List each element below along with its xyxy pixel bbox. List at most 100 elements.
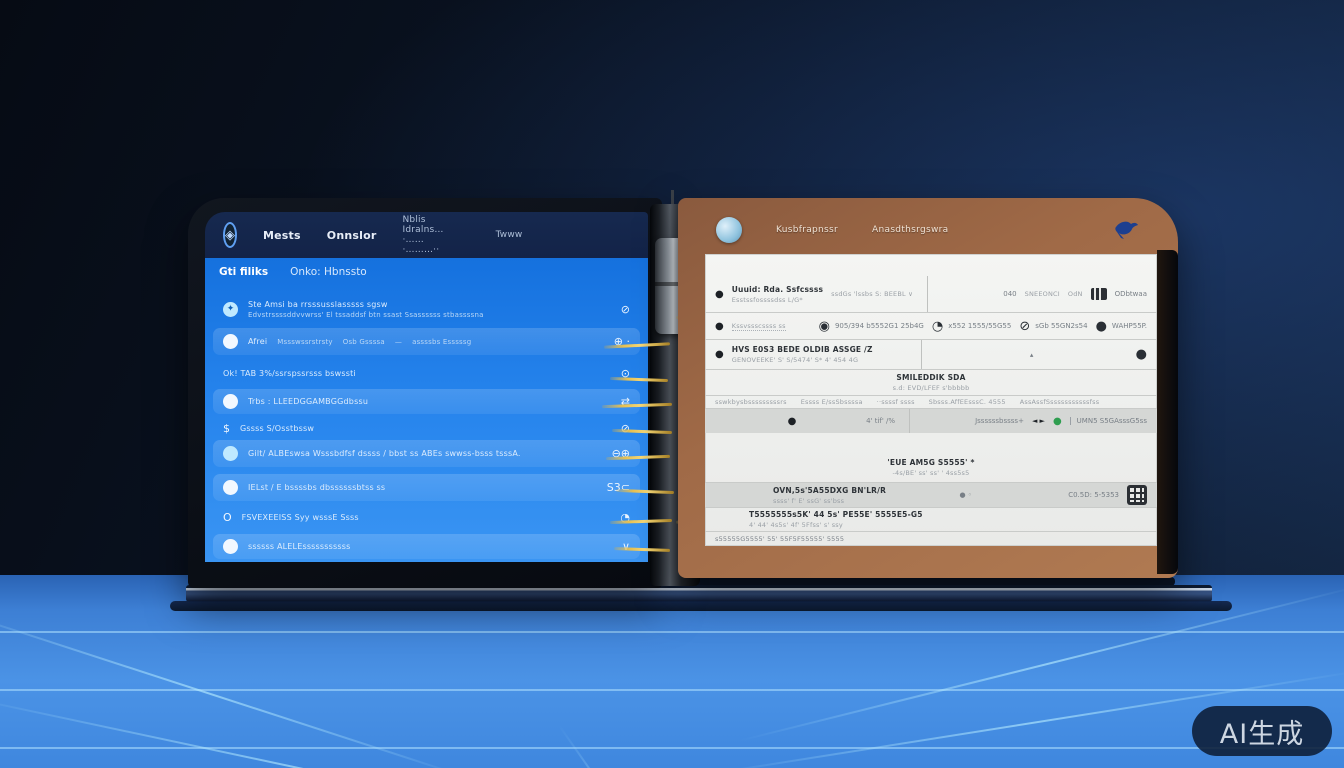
list-item[interactable]: ✦ Ste Amsi ba rrsssusslasssss sgsw Edvst… — [213, 292, 640, 326]
bullet-icon — [223, 539, 238, 554]
cell-title: SMILEDDIK SDA — [896, 373, 965, 382]
qr-code-icon[interactable] — [1127, 485, 1147, 505]
cloud-icon: ✦ — [223, 302, 238, 317]
list-item-seg: Mssswssrstrsty — [277, 338, 332, 346]
list-item[interactable]: Afrei Mssswssrstrsty Osb Gssssa — assssb… — [213, 328, 640, 355]
table-row[interactable]: OVN,5s'5A55DXG BN'LR/R ssss' f' E' ssG' … — [705, 482, 1157, 507]
cell-stat: 040 — [1003, 290, 1016, 298]
table-row[interactable]: SMILEDDIK SDA s.d: EVD/LFEF s'bbbbb — [705, 369, 1157, 395]
list-item[interactable]: IELst / E bssssbs dbssssssbtss ss S3⊂ — [213, 474, 640, 501]
col-header: Sbsss.AffEEsssC. 4555 — [929, 398, 1006, 406]
tag-icon: ● — [715, 349, 724, 360]
left-nav-item-1[interactable]: Mests — [263, 229, 301, 242]
pair-text: 905/394 b5552G1 25b4G — [835, 322, 924, 330]
tab-active[interactable]: Gti filiks — [219, 266, 268, 278]
table-row[interactable]: T5555555s5K' 44 5s' PE55E' 5555E5-G5 4' … — [705, 507, 1157, 531]
status-icon[interactable]: ⊘ — [621, 303, 630, 316]
cell-title: Uuuid: Rda. Ssfcssss — [732, 285, 823, 294]
list-item[interactable]: Ok! TAB 3%/ssrspssrsss bswssti ⊙ — [213, 362, 640, 384]
cell-subtitle: s.d: EVD/LFEF s'bbbbb — [893, 384, 970, 392]
left-nav-item-right[interactable]: Twww — [496, 230, 523, 240]
cell-stat: ODbtwaa — [1115, 290, 1147, 298]
left-app-logo-icon[interactable]: ◈ — [223, 222, 237, 248]
device-base-lower — [170, 601, 1232, 611]
list-item-seg: Osb Gssssa — [343, 338, 385, 346]
col-header: ··ssssf ssss — [877, 398, 915, 406]
left-screen-content: Gti filiks Onko: Hbnssto ✦ Ste Amsi ba r… — [205, 258, 648, 562]
list-item[interactable]: O FSVEXEEISS Syy wsssE Ssss ◔ — [213, 507, 640, 528]
card-chip-icon — [1091, 288, 1107, 300]
col-header: sswkbysbsssssssssrs — [715, 398, 787, 406]
tab-inactive[interactable]: Onko: Hbnssto — [290, 266, 367, 278]
table-row[interactable]: ● Kssvssscssss ss ◉ 905/394 b5552G1 25b4… — [705, 312, 1157, 339]
cell-stat: Jssssssbssss+ — [975, 417, 1024, 425]
col-header: AssAssfSsssssssssssfss — [1020, 398, 1100, 406]
left-nav-item-2[interactable]: Onnslor — [327, 229, 377, 242]
right-nav-item-1[interactable]: Kusbfrapnssr — [776, 225, 838, 235]
list-item[interactable]: $ Gssss S/Osstbssw ⊘ — [213, 418, 640, 439]
cell-subtitle: 4' 44' 4s5s' 4f' 5Ffss' s' ssy — [749, 521, 923, 529]
left-nav-item-3[interactable]: Nblis Idralns…·……·………·· — [402, 215, 443, 255]
pair-text: x552 1555/55G55 — [948, 322, 1011, 330]
table-row[interactable]: ● Uuuid: Rda. Ssfcssss Esstssfossssdss L… — [705, 276, 1157, 312]
cell-subtitle: -4s/BE' ss' ss' ' 4ss5s5 — [893, 469, 970, 477]
pin-icon: ● — [715, 289, 724, 300]
list-item[interactable]: Gilt/ ALBEswsa Wsssbdfsf dssss / bbst ss… — [213, 440, 640, 467]
bullet-icon — [223, 394, 238, 409]
table-row[interactable]: ● HVS E0S3 BEDE OLDIB ASSGE /Z GENOVEEKE… — [705, 339, 1157, 369]
list-item-seg: assssbs Esssssg — [412, 338, 471, 346]
list-item-seg: Afrei — [248, 337, 267, 346]
table-row[interactable]: 'EUE AM5G S5555' * -4s/BE' ss' ss' ' 4ss… — [705, 452, 1157, 482]
left-device-bezel: ◈ Mests Onnslor Nblis Idralns…·……·………·· … — [188, 198, 662, 588]
slashed-circle-icon: ⊘ — [1019, 319, 1030, 334]
bird-icon[interactable] — [1110, 217, 1140, 243]
table-header-row: sswkbysbsssssssssrs Essss E/ssSbssssa ··… — [705, 395, 1157, 408]
watermark-label: AI生成 — [1220, 712, 1304, 751]
cell-title: OVN,5s'5A55DXG BN'LR/R — [773, 486, 886, 495]
right-nav-item-2[interactable]: Anasdthsrgswra — [872, 225, 948, 235]
ai-generated-watermark: AI生成 — [1192, 706, 1332, 756]
cell-label: Kssvssscssss ss — [732, 322, 786, 331]
pair-text: WAHP55P. — [1112, 322, 1147, 330]
user-icon — [223, 334, 238, 349]
list-item-title: Ste Amsi ba rrsssusslasssss sgsw — [248, 300, 484, 309]
list-item[interactable]: Trbs : LLEEDGGAMBGGdbssu ⇄ — [213, 389, 640, 414]
cell-subtitle: GENOVEEKE' S' S/5474' S* 4' 454 4G — [732, 356, 873, 364]
right-device-edge-bezel — [1157, 250, 1178, 574]
pair-text: sGb 55GN2s54 — [1035, 322, 1087, 330]
left-tab-bar: Gti filiks Onko: Hbnssto — [219, 266, 367, 278]
right-device-page: Kusbfrapnssr Anasdthsrgswra ● Uuuid: Rda… — [678, 198, 1178, 578]
cell-stat: OdN — [1068, 290, 1083, 298]
list-item-seg: — — [395, 338, 402, 346]
list-item-title: Trbs : LLEEDGGAMBGGdbssu — [248, 397, 368, 406]
list-item-subtitle: Edvstrssssddvvwrss' El tssaddsf btn ssas… — [248, 311, 484, 319]
bullet-icon — [223, 446, 238, 461]
bullet-icon: ● — [715, 321, 724, 332]
list-item[interactable]: ssssss ALELEsssssssssss ∨ — [213, 534, 640, 559]
cell-subtitle: Esstssfossssdss L/G* — [732, 296, 823, 304]
list-item-title: IELst / E bssssbs dbssssssbtss ss — [248, 483, 385, 492]
bullet-icon — [223, 480, 238, 495]
left-top-navbar: ◈ Mests Onnslor Nblis Idralns…·……·………·· … — [205, 212, 648, 258]
blob-icon: ● — [1136, 347, 1147, 362]
arrow-icons: ◄ ► — [1032, 417, 1045, 425]
marker-icon: ▴ — [1030, 351, 1034, 359]
globe-logo-icon[interactable] — [716, 217, 742, 243]
green-status-dot: ● — [1053, 416, 1062, 427]
wheel-icon: ◉ — [819, 319, 830, 334]
ring-icon: O — [223, 511, 232, 524]
clock-icon: ◔ — [932, 319, 943, 334]
cell-mid: ssdGs 'lssbs S: BEEBL ∨ — [831, 290, 913, 298]
cell-stat: 4' tif' /% — [866, 417, 895, 425]
cell-title: 'EUE AM5G S5555' * — [887, 458, 974, 467]
list-item-title: FSVEXEEISS Syy wsssE Ssss — [242, 513, 359, 522]
list-item-title: Gilt/ ALBEswsa Wsssbdfsf dssss / bbst ss… — [248, 449, 521, 458]
list-item-title: Ok! TAB 3%/ssrspssrsss bswssti — [223, 369, 356, 378]
cell-text: s55555G5555' 55' 55F5F55555' 5555 — [715, 535, 844, 543]
list-item-title: ssssss ALELEsssssssssss — [248, 542, 351, 551]
cell-title: T5555555s5K' 44 5s' PE55E' 5555E5-G5 — [749, 510, 923, 519]
table-row[interactable]: s55555G5555' 55' 55F5F55555' 5555 — [705, 531, 1157, 546]
table-row[interactable]: ● 4' tif' /% Jssssssbssss+ ◄ ► ● UMN5 S5… — [705, 408, 1157, 433]
dollar-icon: $ — [223, 422, 230, 435]
cell-stat: SNEEONCI — [1025, 290, 1060, 298]
